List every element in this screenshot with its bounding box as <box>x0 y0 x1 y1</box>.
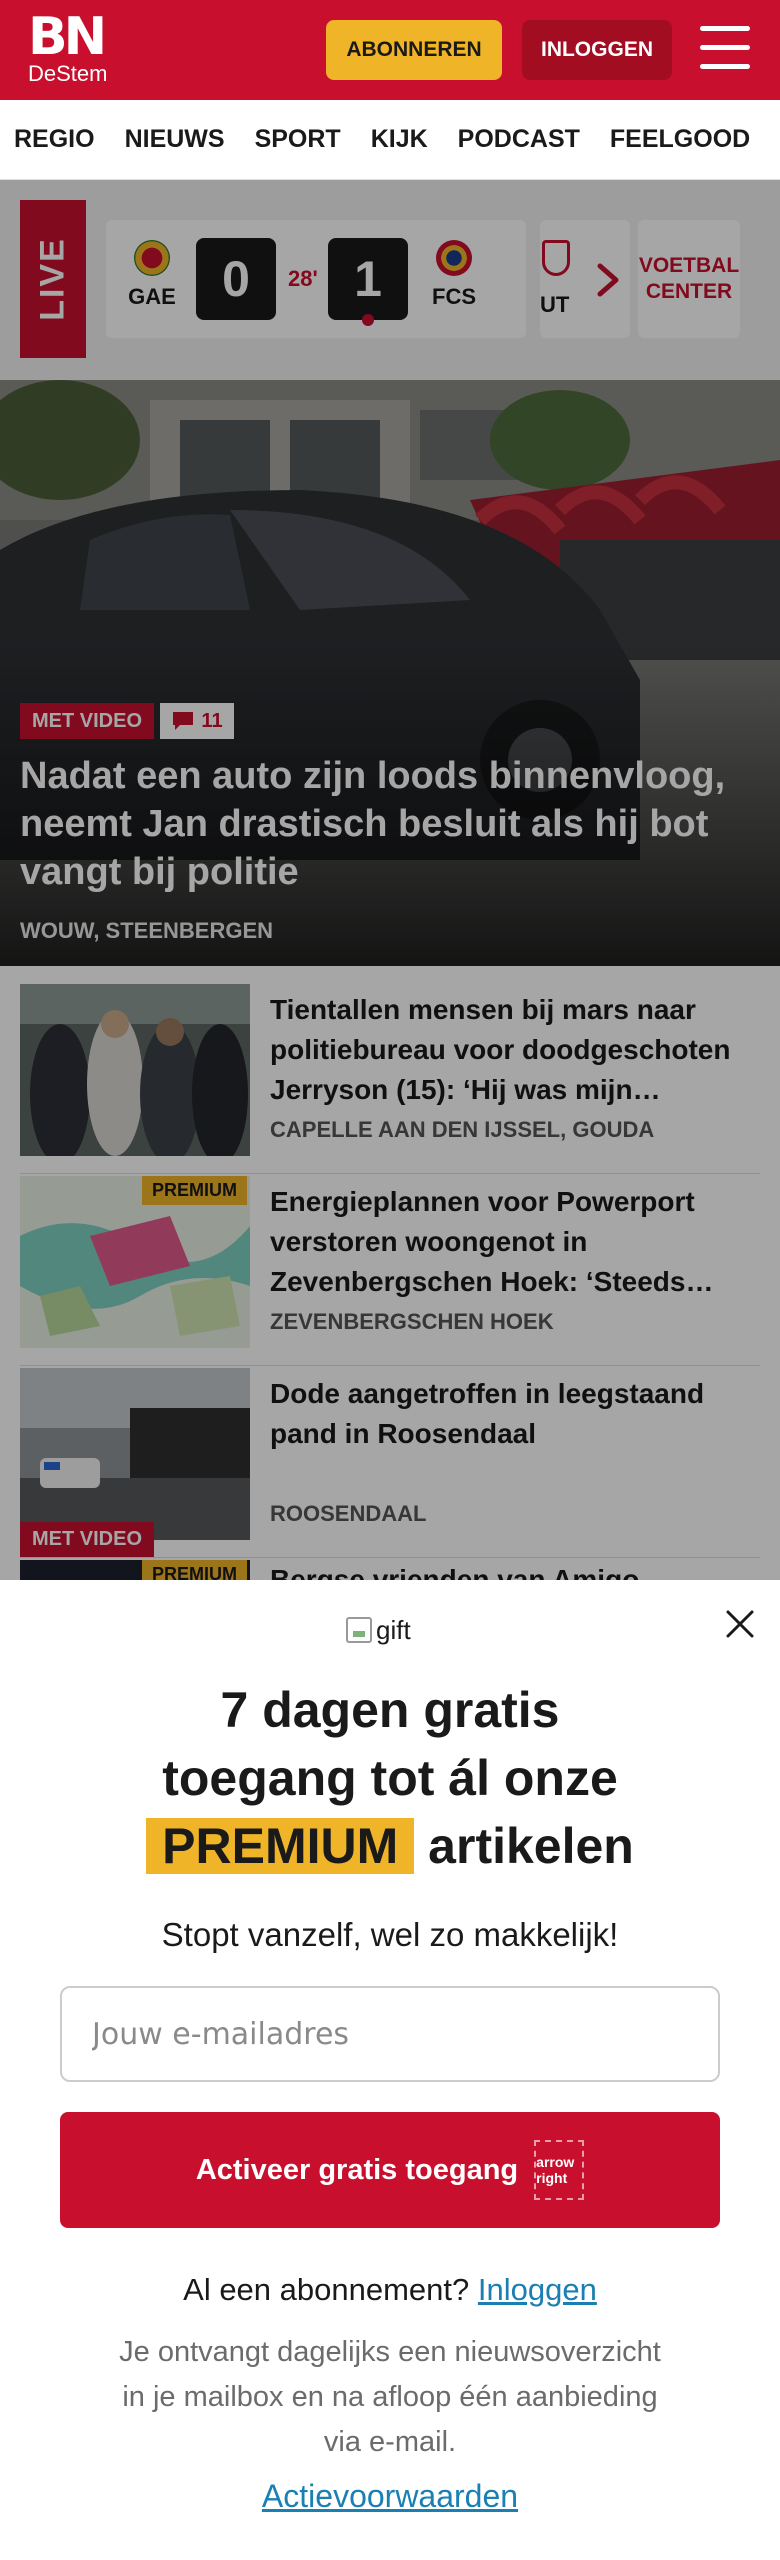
main-navigation: REGIO NIEUWS SPORT KIJK PODCAST FEELGOOD <box>0 100 780 180</box>
newsletter-disclaimer: Je ontvangt dagelijks een nieuwsoverzich… <box>119 2336 661 2458</box>
premium-highlight: PREMIUM <box>146 1818 415 1874</box>
paywall-title-line2: toegang tot ál onze <box>162 1750 618 1806</box>
nav-item-feelgood[interactable]: FEELGOOD <box>610 125 750 154</box>
login-button[interactable]: INLOGGEN <box>522 20 672 80</box>
page-dim-overlay <box>0 180 780 1580</box>
close-icon[interactable] <box>720 1604 760 1644</box>
paywall-title-line3: PREMIUM artikelen <box>40 1812 740 1880</box>
nav-item-kijk[interactable]: KIJK <box>371 125 428 154</box>
nav-item-podcast[interactable]: PODCAST <box>458 125 580 154</box>
activate-free-access-button[interactable]: Activeer gratis toegang arrow right <box>60 2112 720 2228</box>
gift-icon: gift <box>346 1610 436 1650</box>
arrow-right-icon: arrow right <box>534 2140 585 2200</box>
terms-link[interactable]: Actievoorwaarden <box>40 2478 740 2515</box>
paywall-title-end: artikelen <box>428 1818 634 1874</box>
logo-subtitle: DeStem <box>28 61 108 86</box>
nav-item-nieuws[interactable]: NIEUWS <box>125 125 225 154</box>
top-bar: BN DeStem ABONNEREN INLOGGEN <box>0 0 780 100</box>
paywall-title: 7 dagen gratis toegang tot ál onze PREMI… <box>40 1676 740 1880</box>
gift-alt-text: gift <box>376 1614 411 1645</box>
logo-mark: BN <box>28 7 107 67</box>
existing-subscription-text: Al een abonnement? <box>183 2272 470 2307</box>
existing-subscription-line: Al een abonnement? Inloggen <box>40 2272 740 2308</box>
broken-image-icon <box>346 1617 372 1643</box>
paywall-subtitle: Stopt vanzelf, wel zo makkelijk! <box>161 1916 619 1953</box>
nav-item-regio[interactable]: REGIO <box>14 125 95 154</box>
site-logo[interactable]: BN DeStem <box>28 7 112 88</box>
nav-item-sport[interactable]: SPORT <box>255 125 341 154</box>
email-field[interactable] <box>60 1986 720 2082</box>
login-link[interactable]: Inloggen <box>478 2272 597 2307</box>
subscribe-button[interactable]: ABONNEREN <box>326 20 502 80</box>
cta-label: Activeer gratis toegang <box>195 2153 519 2186</box>
menu-icon[interactable] <box>700 26 750 72</box>
paywall-title-line1: 7 dagen gratis <box>220 1682 560 1738</box>
